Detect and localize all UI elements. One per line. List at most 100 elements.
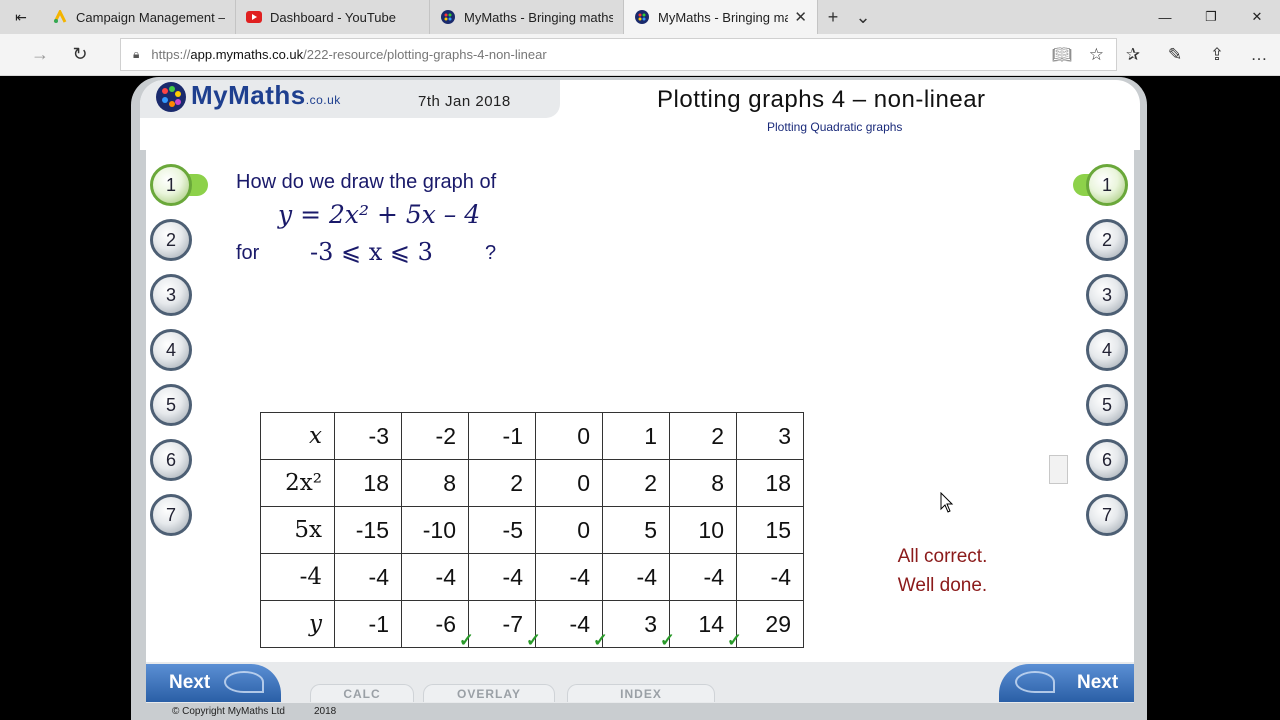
table-cell: -7 ✓ [468,600,541,650]
mymaths-icon [440,9,456,25]
left-step-button-3[interactable]: 3 [150,274,192,316]
overlay-button[interactable]: OVERLAY [423,684,555,702]
index-button[interactable]: INDEX [567,684,715,702]
table-cell: 2 [602,459,670,507]
table-cell: 2 [468,459,536,507]
cell-value: 0 [577,422,590,449]
tab-title: MyMaths - Bringing maths [464,9,613,25]
row-label: y [260,600,335,648]
tab-actions-icon[interactable]: ⇤ [0,0,42,34]
table-cell: 18 [736,459,804,507]
favorite-star-icon[interactable]: ☆ [1089,45,1104,65]
right-step-button-5[interactable]: 5 [1086,384,1128,426]
table-cell: -2 [401,412,469,460]
new-tab-icon[interactable]: + [818,0,848,34]
left-step-button-2[interactable]: 2 [150,219,192,261]
close-tab-icon[interactable]: ✕ [794,8,807,26]
next-button-left[interactable]: Next [146,664,281,702]
tab-title: Campaign Management – G [76,9,225,25]
left-step-button-6[interactable]: 6 [150,439,192,481]
url-field[interactable]: 🔒︎ https:// app.mymaths.co.uk /222-resou… [120,38,1117,71]
restore-icon[interactable]: ❐ [1188,0,1234,34]
table-cell: 15 [736,506,804,554]
wing-icon [224,671,264,693]
right-step-button-6[interactable]: 6 [1086,439,1128,481]
reading-view-icon[interactable]: 📖︎ [1052,45,1072,65]
right-step-button-2[interactable]: 2 [1086,219,1128,261]
cell-value: 10 [698,516,724,543]
right-step-button-1[interactable]: 1 [1086,164,1128,206]
next-button-right[interactable]: Next [999,664,1134,702]
table-row: x -3 -2 -1 0 1 2 3 [260,412,804,460]
cell-value: -4 [502,563,523,590]
table-cell: 14 ✓ [669,600,742,650]
question-text: How do we draw the graph of [236,171,497,193]
favorites-hub-icon[interactable]: ✰ [1112,34,1154,76]
table-cell: -1 [334,600,402,648]
browser-tab-1[interactable]: Campaign Management – G [42,0,236,34]
wing-icon [1015,671,1055,693]
feedback-line-1: All correct. [897,546,988,567]
left-step-button-5[interactable]: 5 [150,384,192,426]
cell-value: -6 [435,610,456,637]
question-mark: ? [485,242,497,264]
table-cell: -4 [468,553,536,601]
next-label: Next [1077,672,1119,693]
scroll-thumb[interactable] [1049,455,1068,484]
mouse-cursor-icon [940,492,954,513]
cell-value: 29 [765,610,791,637]
left-step-button-1[interactable]: 1 [150,164,192,206]
table-cell: -4 [535,553,603,601]
cell-value: 18 [363,469,389,496]
toolbar-right: ✰ ✎ ⇪ … [1112,34,1280,76]
pen-icon[interactable]: ✎ [1154,34,1196,76]
table-cell: 3 [736,412,804,460]
question-range: -3 ⩽ x ⩽ 3 [310,238,433,266]
tab-title: MyMaths - Bringing ma [658,9,789,25]
cell-value: -5 [502,516,523,543]
chevron-down-icon[interactable]: ⌄ [848,0,878,34]
table-cell: 8 [669,459,737,507]
copyright-year: 2018 [314,706,337,717]
table-cell: -10 [401,506,469,554]
cell-value: 5 [644,516,657,543]
forward-arrow-icon[interactable]: → [20,44,60,65]
table-cell: -4 [736,553,804,601]
cell-value: -4 [569,563,590,590]
cell-value: -15 [355,516,389,543]
left-step-button-7[interactable]: 7 [150,494,192,536]
minimize-icon[interactable]: — [1142,0,1188,34]
cell-value: -2 [435,422,456,449]
cell-value: 2 [510,469,523,496]
browser-tab-4[interactable]: MyMaths - Bringing ma ✕ [624,0,818,34]
right-step-button-7[interactable]: 7 [1086,494,1128,536]
cell-value: -4 [368,563,389,590]
cell-value: 0 [577,516,590,543]
address-bar-row: → ↻ 🔒︎ https:// app.mymaths.co.uk /222-r… [0,34,1280,76]
table-row: 2x² 18 8 2 0 2 8 18 [260,459,804,507]
right-step-button-3[interactable]: 3 [1086,274,1128,316]
cell-value: 0 [577,469,590,496]
right-step-button-4[interactable]: 4 [1086,329,1128,371]
left-step-button-4[interactable]: 4 [150,329,192,371]
table-cell: -4 [602,553,670,601]
close-window-icon[interactable]: ✕ [1234,0,1280,34]
mymaths-icon [634,9,650,25]
share-icon[interactable]: ⇪ [1196,34,1238,76]
cell-value: -4 [703,563,724,590]
calc-button[interactable]: CALC [310,684,414,702]
browser-tab-2[interactable]: Dashboard - YouTube [236,0,430,34]
table-cell: -6 ✓ [401,600,474,650]
url-domain: app.mymaths.co.uk [190,47,304,62]
copyright-text: © Copyright MyMaths Ltd [172,706,285,717]
values-table: x -3 -2 -1 0 1 2 3 2x² 18 8 2 0 2 8 18 5x -15 -10 -5 0 5 10 15-… [260,412,804,650]
refresh-icon[interactable]: ↻ [60,44,100,65]
more-icon[interactable]: … [1238,34,1280,76]
table-cell: -3 [334,412,402,460]
page-subtitle: Plotting Quadratic graphs [767,120,903,134]
browser-tab-3[interactable]: MyMaths - Bringing maths [430,0,624,34]
cell-value: -4 [770,563,791,590]
table-cell: -15 [334,506,402,554]
row-label: 2x² [260,459,335,507]
row-label: -4 [260,553,335,601]
